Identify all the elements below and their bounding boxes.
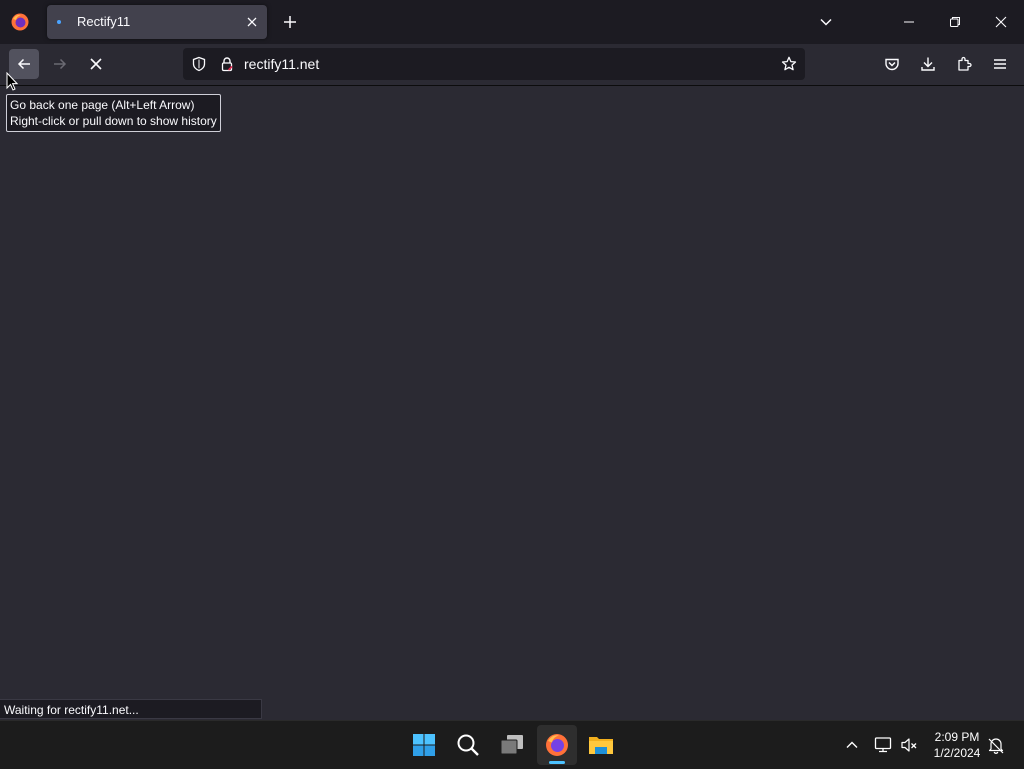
puzzle-icon[interactable] xyxy=(949,49,979,79)
folder-icon[interactable] xyxy=(581,725,621,765)
tab-close-icon[interactable] xyxy=(243,13,261,31)
download-icon[interactable] xyxy=(913,49,943,79)
pocket-icon[interactable] xyxy=(877,49,907,79)
back-button-tooltip: Go back one page (Alt+Left Arrow) Right-… xyxy=(6,94,221,132)
hamburger-icon[interactable] xyxy=(985,49,1015,79)
volume-muted-icon[interactable] xyxy=(897,733,921,757)
active-app-indicator xyxy=(549,761,565,764)
stop-icon xyxy=(90,58,102,70)
tooltip-line-2: Right-click or pull down to show history xyxy=(10,114,217,128)
windows-start-icon[interactable] xyxy=(404,725,444,765)
network-icon[interactable] xyxy=(871,733,895,757)
clock-time: 2:09 PM xyxy=(934,730,980,744)
navigation-toolbar: rectify11.net xyxy=(0,44,1024,86)
stop-button[interactable] xyxy=(81,49,111,79)
restore-button[interactable] xyxy=(932,0,978,44)
close-window-button[interactable] xyxy=(978,0,1024,44)
taskbar-clock[interactable]: 2:09 PM 1/2/2024 xyxy=(926,729,988,761)
status-panel: Waiting for rectify11.net... xyxy=(0,699,262,719)
url-text[interactable]: rectify11.net xyxy=(244,56,319,72)
shield-icon[interactable] xyxy=(189,54,209,74)
firefox-icon[interactable] xyxy=(8,10,32,34)
clock-date: 1/2/2024 xyxy=(933,746,981,760)
url-bar[interactable]: rectify11.net xyxy=(183,48,805,80)
lock-icon[interactable] xyxy=(217,54,237,74)
star-icon[interactable] xyxy=(779,54,799,74)
mouse-cursor-icon xyxy=(6,72,18,91)
tab-rectify11[interactable]: Rectify11 xyxy=(47,5,267,39)
back-arrow-icon xyxy=(17,58,30,70)
page-content xyxy=(0,86,1024,720)
new-tab-plus-icon[interactable] xyxy=(280,12,300,32)
tooltip-line-1: Go back one page (Alt+Left Arrow) xyxy=(10,98,195,112)
tray-chevron-up-icon[interactable] xyxy=(840,733,864,757)
tab-loading-indicator xyxy=(57,20,61,24)
taskbar-firefox-icon[interactable] xyxy=(537,725,577,765)
tab-title: Rectify11 xyxy=(77,14,131,29)
tab-strip: Rectify11 xyxy=(0,0,1024,44)
search-icon[interactable] xyxy=(448,725,488,765)
task-view-icon[interactable] xyxy=(492,725,532,765)
taskbar: 2:09 PM 1/2/2024 xyxy=(0,720,1024,769)
forward-button[interactable] xyxy=(45,49,75,79)
notification-bell-icon[interactable] xyxy=(984,733,1008,757)
chevron-down-icon[interactable] xyxy=(816,12,836,32)
forward-arrow-icon xyxy=(54,58,67,70)
minimize-button[interactable] xyxy=(886,0,932,44)
